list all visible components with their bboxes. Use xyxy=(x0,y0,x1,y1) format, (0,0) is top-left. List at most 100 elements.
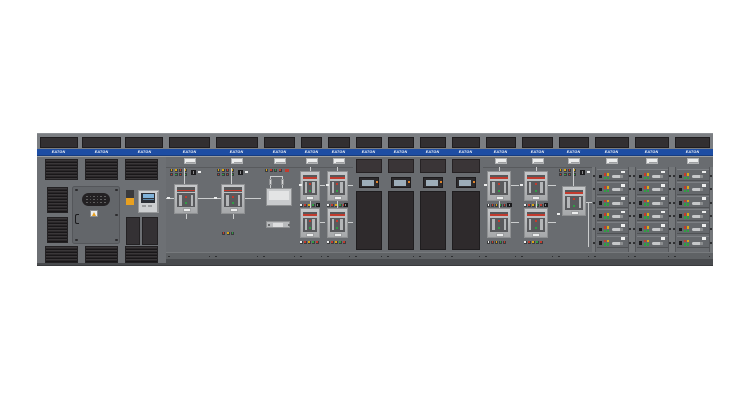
mimic-bus-line xyxy=(499,201,500,208)
grille-dot xyxy=(104,196,106,198)
roof-vent xyxy=(301,137,322,148)
indicator-light xyxy=(559,169,562,172)
speaker-grille xyxy=(82,193,110,206)
indicator-light xyxy=(687,226,690,229)
roof-panel xyxy=(385,133,417,149)
indicator-lens xyxy=(496,241,498,243)
plinth-bolt xyxy=(300,256,302,258)
fuse-holder xyxy=(281,179,285,186)
wireway-latch xyxy=(629,228,631,230)
indicator-light xyxy=(687,177,690,180)
indicator-lens xyxy=(528,204,530,206)
charge-indicator xyxy=(498,220,500,222)
indicator-lens xyxy=(312,241,314,243)
indicator-light xyxy=(647,240,650,243)
wireway-latch xyxy=(673,242,675,244)
indicator-light xyxy=(647,203,650,206)
indicator-light xyxy=(540,241,543,244)
grille-dot xyxy=(100,196,102,198)
indicator-lens xyxy=(524,241,526,243)
indicator-light xyxy=(179,169,182,172)
indicator-lens xyxy=(500,241,502,243)
unit-button xyxy=(599,241,602,245)
indicator-lens xyxy=(331,241,333,243)
indicator-light xyxy=(339,241,342,244)
hmi-button xyxy=(376,181,378,183)
breaker-face xyxy=(177,193,195,207)
indicator-lens xyxy=(327,241,329,243)
wireway-latch xyxy=(593,242,595,244)
indicator-light xyxy=(327,241,330,244)
bucket-handle xyxy=(612,215,623,218)
mimic-bus-line xyxy=(548,222,557,223)
bucket-label xyxy=(661,224,666,227)
indicator-light xyxy=(179,173,182,176)
plinth-bolt xyxy=(634,256,636,258)
charge-indicator xyxy=(336,183,338,185)
hmi-screen xyxy=(394,180,406,186)
breaker-pole xyxy=(529,182,532,193)
brand-logo: EATON xyxy=(459,149,473,154)
breaker-red-band xyxy=(177,190,195,192)
plinth-upper xyxy=(417,252,449,259)
mimic-bus-line xyxy=(511,185,519,186)
breaker-pole xyxy=(305,219,308,230)
indicator-lens xyxy=(316,241,318,243)
bucket-label xyxy=(621,184,626,187)
indicator-light xyxy=(607,190,610,193)
front-body xyxy=(519,156,556,253)
roof-vent xyxy=(216,137,258,148)
grille-dot xyxy=(97,199,99,201)
front-body xyxy=(213,156,261,253)
roof-vent xyxy=(595,137,629,148)
wireway-latch xyxy=(710,215,712,217)
indicator-light xyxy=(607,203,610,206)
plinth-bolt xyxy=(168,256,170,258)
indicator-light xyxy=(339,204,342,207)
roof-panel xyxy=(483,133,519,149)
front-body xyxy=(449,156,483,253)
pilot-device xyxy=(126,190,134,205)
louver-panel xyxy=(452,159,480,173)
breaker-pole xyxy=(504,182,507,193)
indicator-lens xyxy=(560,169,562,171)
plinth-bolt xyxy=(327,256,329,258)
mimic-bus-line xyxy=(184,168,185,185)
switch-slot xyxy=(509,204,510,206)
indicator-light xyxy=(312,241,315,244)
vertical-wireway xyxy=(592,167,596,253)
indicator-light xyxy=(532,204,535,207)
indicator-lens xyxy=(540,204,542,206)
bucket-handle xyxy=(652,242,663,245)
mimic-bus-line xyxy=(548,185,557,186)
plinth-upper xyxy=(556,252,592,259)
indicator-light xyxy=(487,241,490,244)
nameplate-line xyxy=(336,162,345,163)
bucket-label xyxy=(661,237,666,240)
compartment-divider xyxy=(519,167,556,168)
bucket-label xyxy=(621,211,626,214)
bucket-handle xyxy=(692,188,703,191)
front-body xyxy=(385,156,417,253)
vent-grille xyxy=(47,217,68,243)
plinth-lower xyxy=(325,259,353,266)
section-mcc-1: EATON xyxy=(592,133,632,266)
plinth-bolt xyxy=(419,256,421,258)
plinth-upper xyxy=(449,252,483,259)
indicator-lens xyxy=(171,174,173,176)
wireway-latch xyxy=(673,215,675,217)
switch-slot xyxy=(582,171,583,174)
section-nameplate xyxy=(274,158,286,164)
position-indicator xyxy=(232,202,234,204)
plinth-bolt xyxy=(674,256,676,258)
plinth-upper xyxy=(325,252,353,259)
front-body xyxy=(37,156,166,263)
section-nameplate xyxy=(646,158,658,164)
indicator-lens xyxy=(180,169,182,171)
front-body xyxy=(298,156,325,253)
bucket-label xyxy=(702,184,707,187)
indicator-light xyxy=(559,173,562,176)
front-body xyxy=(632,156,672,253)
brand-logo: EATON xyxy=(230,149,244,154)
unit-button xyxy=(599,201,602,205)
